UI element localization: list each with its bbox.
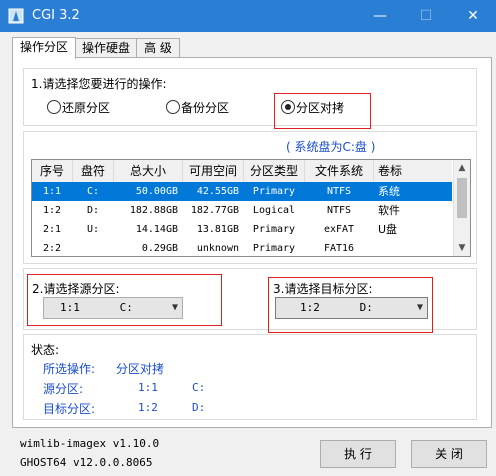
table-row[interactable]: 1:1 C: 50.00GB 42.55GB Primary NTFS 系统 [32, 182, 452, 201]
scroll-up-icon[interactable]: ▲ [454, 160, 470, 176]
tab-advanced[interactable]: 高 级 [136, 38, 180, 58]
app-icon [8, 8, 24, 24]
chevron-down-icon: ▼ [416, 302, 423, 313]
radio-backup-label: 备份分区 [181, 101, 230, 115]
col-type[interactable]: 分区类型 [244, 160, 305, 182]
tab-partition[interactable]: 操作分区 [12, 37, 76, 59]
cell-total: 0.29GB [141, 243, 178, 254]
cell-type: Logical [252, 205, 296, 216]
table-row[interactable]: 1:2 D: 182.88GB 182.77GB Logical NTFS 软件 [32, 201, 452, 220]
partition-table[interactable]: 序号 盘符 总大小 可用空间 分区类型 文件系统 卷标 1:1 C: 50.00… [31, 159, 471, 257]
status-target-id: 1:2 [138, 401, 158, 414]
col-drive[interactable]: 盘符 [73, 160, 114, 182]
cell-drive: C: [86, 186, 100, 197]
scroll-down-icon[interactable]: ▼ [454, 240, 470, 256]
status-source-drive: C: [192, 381, 206, 394]
status-target-drive: D: [192, 401, 206, 414]
table-scrollbar[interactable]: ▲ ▼ [453, 160, 470, 256]
source-select-value: 1:1 C: [60, 301, 133, 314]
cell-label [378, 239, 452, 256]
cell-type: Primary [252, 186, 296, 197]
cell-total: 14.14GB [135, 224, 178, 235]
maximize-button[interactable]: ☐ [403, 0, 449, 32]
cell-drive: U: [86, 224, 100, 235]
cell-total: 50.00GB [135, 186, 178, 197]
cell-index: 2:2 [42, 243, 62, 254]
cell-index: 2:1 [42, 224, 62, 235]
cell-fs: NTFS [326, 186, 352, 197]
version-ghost: GHOST64 v12.0.0.8065 [20, 456, 153, 469]
cell-fs: FAT16 [323, 243, 355, 254]
operation-prompt: 1.请选择您要进行的操作: [31, 77, 167, 91]
window-title: CGI 3.2 [32, 8, 80, 23]
cell-label: 软件 [378, 204, 400, 217]
cell-index: 1:2 [42, 205, 62, 216]
radio-restore-circle[interactable] [47, 100, 61, 114]
cell-free: 42.55GB [196, 186, 239, 197]
status-target-label: 目标分区: [43, 402, 96, 416]
execute-button[interactable]: 执 行 [320, 440, 396, 468]
chevron-down-icon: ▼ [171, 302, 178, 313]
cell-type: Primary [252, 243, 296, 254]
cell-free: 13.81GB [196, 224, 239, 235]
cell-fs: exFAT [323, 224, 355, 235]
radio-restore-label: 还原分区 [62, 101, 111, 115]
cell-fs: NTFS [326, 205, 352, 216]
status-source-id: 1:1 [138, 381, 158, 394]
table-header: 序号 盘符 总大小 可用空间 分区类型 文件系统 卷标 [32, 160, 452, 183]
cell-total: 182.88GB [129, 205, 178, 216]
cell-drive [73, 239, 113, 256]
minimize-button[interactable]: — [357, 0, 403, 32]
status-operation-value: 分区对拷 [116, 362, 165, 376]
source-select[interactable]: 1:1 C: ▼ [43, 297, 183, 319]
highlight-clone [274, 93, 371, 129]
target-select-value: 1:2 D: [300, 301, 373, 314]
status-title: 状态: [31, 343, 60, 357]
scroll-thumb[interactable] [457, 178, 467, 218]
source-prompt: 2.请选择源分区: [32, 282, 120, 296]
status-operation-label: 所选操作: [43, 362, 96, 376]
version-wimlib: wimlib-imagex v1.10.0 [20, 437, 160, 450]
col-total[interactable]: 总大小 [114, 160, 183, 182]
col-label[interactable]: 卷标 [374, 160, 452, 182]
cell-type: Primary [252, 224, 296, 235]
col-index[interactable]: 序号 [32, 160, 73, 182]
target-prompt: 3.请选择目标分区: [273, 282, 373, 296]
status-source-label: 源分区: [43, 382, 84, 396]
target-select[interactable]: 1:2 D: ▼ [275, 297, 428, 319]
col-free[interactable]: 可用空间 [183, 160, 244, 182]
tab-disk[interactable]: 操作硬盘 [75, 38, 137, 58]
cell-label: U盘 [378, 223, 398, 236]
radio-backup-circle[interactable] [166, 100, 180, 114]
col-fs[interactable]: 文件系统 [305, 160, 374, 182]
table-row[interactable]: 2:1 U: 14.14GB 13.81GB Primary exFAT U盘 [32, 220, 452, 239]
cell-free: 182.77GB [190, 205, 239, 216]
cell-label: 系统 [378, 185, 400, 198]
close-button[interactable]: 关 闭 [411, 440, 487, 468]
system-disk-note: ( 系统盘为C:盘 ) [286, 140, 376, 154]
close-window-button[interactable]: ✕ [450, 0, 496, 32]
table-row[interactable]: 2:2 0.29GB unknown Primary FAT16 [32, 239, 452, 256]
cell-index: 1:1 [42, 186, 62, 197]
cell-drive: D: [86, 205, 100, 216]
title-bar[interactable]: CGI 3.2 — ☐ ✕ [0, 0, 496, 32]
cell-free: unknown [196, 243, 239, 254]
